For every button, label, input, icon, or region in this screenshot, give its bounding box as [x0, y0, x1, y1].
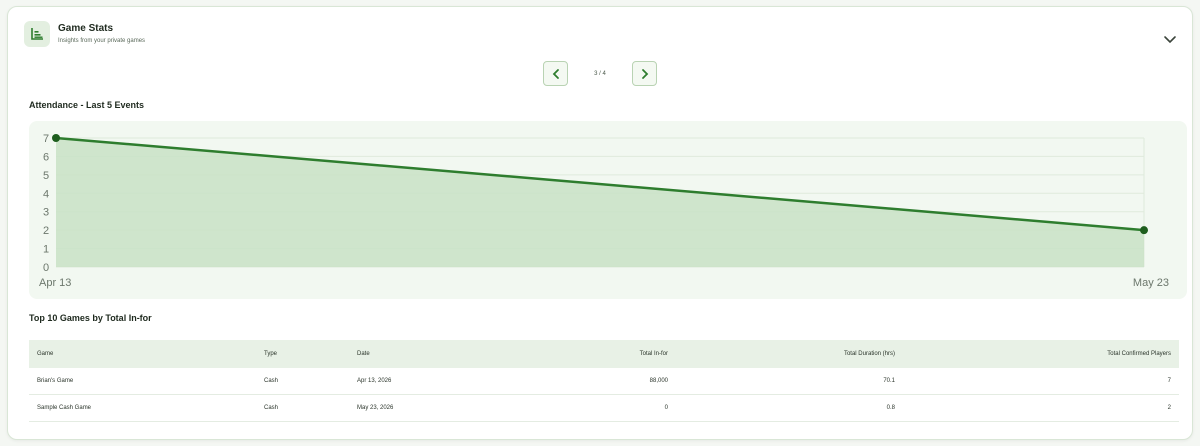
cell-total-in-for: 0: [664, 405, 668, 411]
cell-players: 7: [1167, 378, 1171, 384]
y-tick-label: 2: [43, 225, 49, 237]
page-indicator: 3 / 4: [594, 70, 606, 77]
y-tick-label: 7: [43, 133, 49, 145]
top-games-table: Game Type Date Total In-for Total Durati…: [29, 340, 1179, 422]
attendance-area: [56, 138, 1144, 267]
table-row[interactable]: Brian's Game Cash Apr 13, 2026 88,000 70…: [29, 368, 1179, 395]
card-header: Game Stats Insights from your private ga…: [24, 21, 145, 47]
bar-chart-icon: [24, 21, 50, 47]
chevron-down-icon[interactable]: [1162, 31, 1178, 47]
data-point: [1140, 226, 1148, 235]
chevron-right-icon: [641, 68, 648, 79]
data-point: [52, 134, 60, 142]
chevron-left-icon: [552, 68, 559, 79]
cell-date: Apr 13, 2026: [357, 378, 392, 384]
col-header-players[interactable]: Total Confirmed Players: [903, 351, 1179, 357]
table-header: Game Type Date Total In-for Total Durati…: [29, 340, 1179, 368]
col-header-date[interactable]: Date: [349, 351, 469, 357]
attendance-title: Attendance - Last 5 Events: [29, 100, 145, 110]
pager: 3 / 4: [543, 61, 657, 86]
cell-type: Cash: [264, 378, 279, 384]
next-page-button[interactable]: [632, 61, 657, 86]
col-header-duration[interactable]: Total Duration (hrs): [676, 351, 903, 357]
y-tick-label: 4: [43, 188, 49, 200]
game-stats-card: Game Stats Insights from your private ga…: [7, 6, 1193, 440]
cell-game: Brian's Game: [37, 378, 74, 384]
y-tick-label: 3: [43, 207, 49, 219]
col-header-type[interactable]: Type: [256, 351, 349, 357]
y-tick-label: 0: [43, 262, 49, 274]
col-header-total-in-for[interactable]: Total In-for: [469, 351, 676, 357]
col-header-game[interactable]: Game: [29, 351, 256, 357]
top-games-title: Top 10 Games by Total In-for: [29, 313, 152, 323]
attendance-chart: 0 1 2 3 4 5 6 7 Apr 13 May 23: [29, 121, 1187, 299]
cell-players: 2: [1167, 405, 1171, 411]
cell-duration: 0.8: [886, 405, 895, 411]
y-tick-label: 1: [43, 244, 49, 256]
cell-game: Sample Cash Game: [37, 405, 92, 411]
x-tick-label: Apr 13: [39, 277, 71, 289]
x-tick-label: May 23: [1133, 277, 1169, 289]
cell-type: Cash: [264, 405, 279, 411]
y-tick-label: 6: [43, 151, 49, 163]
card-subtitle: Insights from your private games: [58, 38, 146, 44]
prev-page-button[interactable]: [543, 61, 568, 86]
cell-date: May 23, 2026: [357, 405, 394, 411]
attendance-chart-svg: 0 1 2 3 4 5 6 7 Apr 13 May 23: [39, 133, 1169, 289]
cell-duration: 70.1: [883, 378, 895, 384]
cell-total-in-for: 88,000: [649, 378, 668, 384]
table-row[interactable]: Sample Cash Game Cash May 23, 2026 0 0.8…: [29, 395, 1179, 422]
y-tick-label: 5: [43, 170, 49, 182]
card-title: Game Stats: [58, 23, 114, 34]
